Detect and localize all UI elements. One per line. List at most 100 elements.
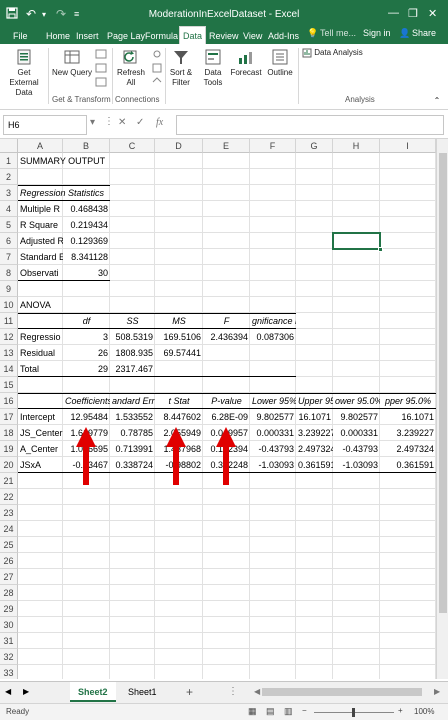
cell-a8[interactable]: Observati xyxy=(18,265,63,281)
row-header-11[interactable]: 11 xyxy=(0,313,18,329)
cell-a14[interactable]: Total xyxy=(18,361,63,377)
column-header-e[interactable]: E xyxy=(203,139,250,153)
sheet-tab-sheet2[interactable]: Sheet2 xyxy=(70,682,116,702)
row-header-13[interactable]: 13 xyxy=(0,345,18,361)
cell-e11[interactable]: F xyxy=(203,313,250,329)
formula-input[interactable] xyxy=(176,115,444,135)
name-box[interactable]: H6 xyxy=(3,115,87,135)
tab-add-ins[interactable]: Add-Ins xyxy=(265,28,302,44)
cell-b14[interactable]: 29 xyxy=(63,361,110,377)
cell-a17[interactable]: Intercept xyxy=(18,409,63,425)
refresh-all-button[interactable]: Refresh All xyxy=(114,48,148,88)
column-header-f[interactable]: F xyxy=(250,139,296,153)
cell-h18[interactable]: 0.000331 xyxy=(333,425,380,441)
cell-e12[interactable]: 2.436394 xyxy=(203,329,250,345)
cell-d13[interactable]: 69.57441 xyxy=(155,345,203,361)
horizontal-scrollbar[interactable] xyxy=(262,688,422,696)
row-header-28[interactable]: 28 xyxy=(0,585,18,601)
row-header-31[interactable]: 31 xyxy=(0,633,18,649)
row-header-3[interactable]: 3 xyxy=(0,185,18,201)
cell-d11[interactable]: MS xyxy=(155,313,203,329)
cell-b7[interactable]: 8.341128 xyxy=(63,249,110,265)
sign-in-link[interactable]: Sign in xyxy=(363,28,391,38)
cell-i16[interactable]: pper 95.0% xyxy=(380,393,436,409)
cell-c18[interactable]: 0.78785 xyxy=(110,425,155,441)
select-all-corner[interactable] xyxy=(0,139,18,153)
row-header-10[interactable]: 10 xyxy=(0,297,18,313)
cell-b13[interactable]: 26 xyxy=(63,345,110,361)
row-header-32[interactable]: 32 xyxy=(0,649,18,665)
zoom-out-icon[interactable]: − xyxy=(302,706,307,715)
row-header-33[interactable]: 33 xyxy=(0,665,18,679)
cell-c20[interactable]: 0.338724 xyxy=(110,457,155,473)
cell-a10[interactable]: ANOVA xyxy=(18,297,110,313)
cell-f20[interactable]: -1.03093 xyxy=(250,457,296,473)
cell-c17[interactable]: 1.533552 xyxy=(110,409,155,425)
row-header-19[interactable]: 19 xyxy=(0,441,18,457)
cell-f11[interactable]: gnificance F xyxy=(250,313,296,329)
row-header-26[interactable]: 26 xyxy=(0,553,18,569)
scrollbar-thumb[interactable] xyxy=(439,153,447,613)
column-header-b[interactable]: B xyxy=(63,139,110,153)
tab-view[interactable]: View xyxy=(240,28,265,44)
cell-g17[interactable]: 16.1071 xyxy=(296,409,333,425)
cell-a19[interactable]: A_Center xyxy=(18,441,63,457)
cell-i19[interactable]: 2.497324 xyxy=(380,441,436,457)
row-header-1[interactable]: 1 xyxy=(0,153,18,169)
restore-button[interactable]: ❐ xyxy=(408,7,418,20)
scroll-right-icon[interactable]: ▶ xyxy=(20,682,32,702)
row-header-12[interactable]: 12 xyxy=(0,329,18,345)
zoom-slider-handle[interactable] xyxy=(352,708,355,717)
cell-f18[interactable]: 0.000331 xyxy=(250,425,296,441)
cell-f16[interactable]: Lower 95% xyxy=(250,393,296,409)
tab-file[interactable]: File xyxy=(10,28,31,44)
row-header-7[interactable]: 7 xyxy=(0,249,18,265)
tab-data[interactable]: Data xyxy=(179,26,207,44)
cell-g16[interactable]: Upper 95% xyxy=(296,393,333,409)
name-box-dropdown-icon[interactable]: ▾ xyxy=(90,117,95,128)
row-header-2[interactable]: 2 xyxy=(0,169,18,185)
column-header-i[interactable]: I xyxy=(380,139,436,153)
enter-icon[interactable]: ✓ xyxy=(136,117,144,128)
row-header-14[interactable]: 14 xyxy=(0,361,18,377)
minimize-button[interactable]: — xyxy=(388,7,399,19)
row-header-23[interactable]: 23 xyxy=(0,505,18,521)
query-options-icon[interactable] xyxy=(94,48,108,95)
cell-a13[interactable]: Residual xyxy=(18,345,63,361)
cell-h19[interactable]: -0.43793 xyxy=(333,441,380,457)
sort-filter-button[interactable]: Sort & Filter xyxy=(166,48,196,88)
sheet-options-icon[interactable]: ⋮ xyxy=(220,682,246,702)
cell-a1[interactable]: SUMMARY OUTPUT xyxy=(18,153,110,169)
cell-a20[interactable]: JSxA xyxy=(18,457,63,473)
cell-h17[interactable]: 9.802577 xyxy=(333,409,380,425)
column-header-a[interactable]: A xyxy=(18,139,63,153)
row-header-18[interactable]: 18 xyxy=(0,425,18,441)
row-header-9[interactable]: 9 xyxy=(0,281,18,297)
normal-view-icon[interactable]: ▦ xyxy=(248,706,257,717)
cell-f19[interactable]: -0.43793 xyxy=(250,441,296,457)
row-header-25[interactable]: 25 xyxy=(0,537,18,553)
page-layout-view-icon[interactable]: ▤ xyxy=(266,706,275,717)
data-analysis-button[interactable]: Data Analysis xyxy=(302,48,372,58)
zoom-level[interactable]: 100% xyxy=(414,707,434,716)
cell-c14[interactable]: 2317.467 xyxy=(110,361,155,377)
insert-function-icon[interactable]: fx xyxy=(156,117,163,128)
cell-h16[interactable]: ower 95.0% xyxy=(333,393,380,409)
cell-b4[interactable]: 0.468438 xyxy=(63,201,110,217)
cell-f12[interactable]: 0.087306 xyxy=(250,329,296,345)
column-header-d[interactable]: D xyxy=(155,139,203,153)
row-header-30[interactable]: 30 xyxy=(0,617,18,633)
row-header-16[interactable]: 16 xyxy=(0,393,18,409)
row-header-8[interactable]: 8 xyxy=(0,265,18,281)
close-button[interactable]: ✕ xyxy=(428,7,437,20)
tab-home[interactable]: Home xyxy=(43,28,73,44)
row-header-27[interactable]: 27 xyxy=(0,569,18,585)
cell-a12[interactable]: Regressio xyxy=(18,329,63,345)
cell-b17[interactable]: 12.95484 xyxy=(63,409,110,425)
cell-c16[interactable]: andard Err xyxy=(110,393,155,409)
cell-a4[interactable]: Multiple R xyxy=(18,201,63,217)
cancel-icon[interactable]: ✕ xyxy=(118,117,126,128)
sheet-tab-sheet1[interactable]: Sheet1 xyxy=(120,682,165,702)
fill-handle[interactable] xyxy=(378,247,383,252)
cell-i17[interactable]: 16.1071 xyxy=(380,409,436,425)
